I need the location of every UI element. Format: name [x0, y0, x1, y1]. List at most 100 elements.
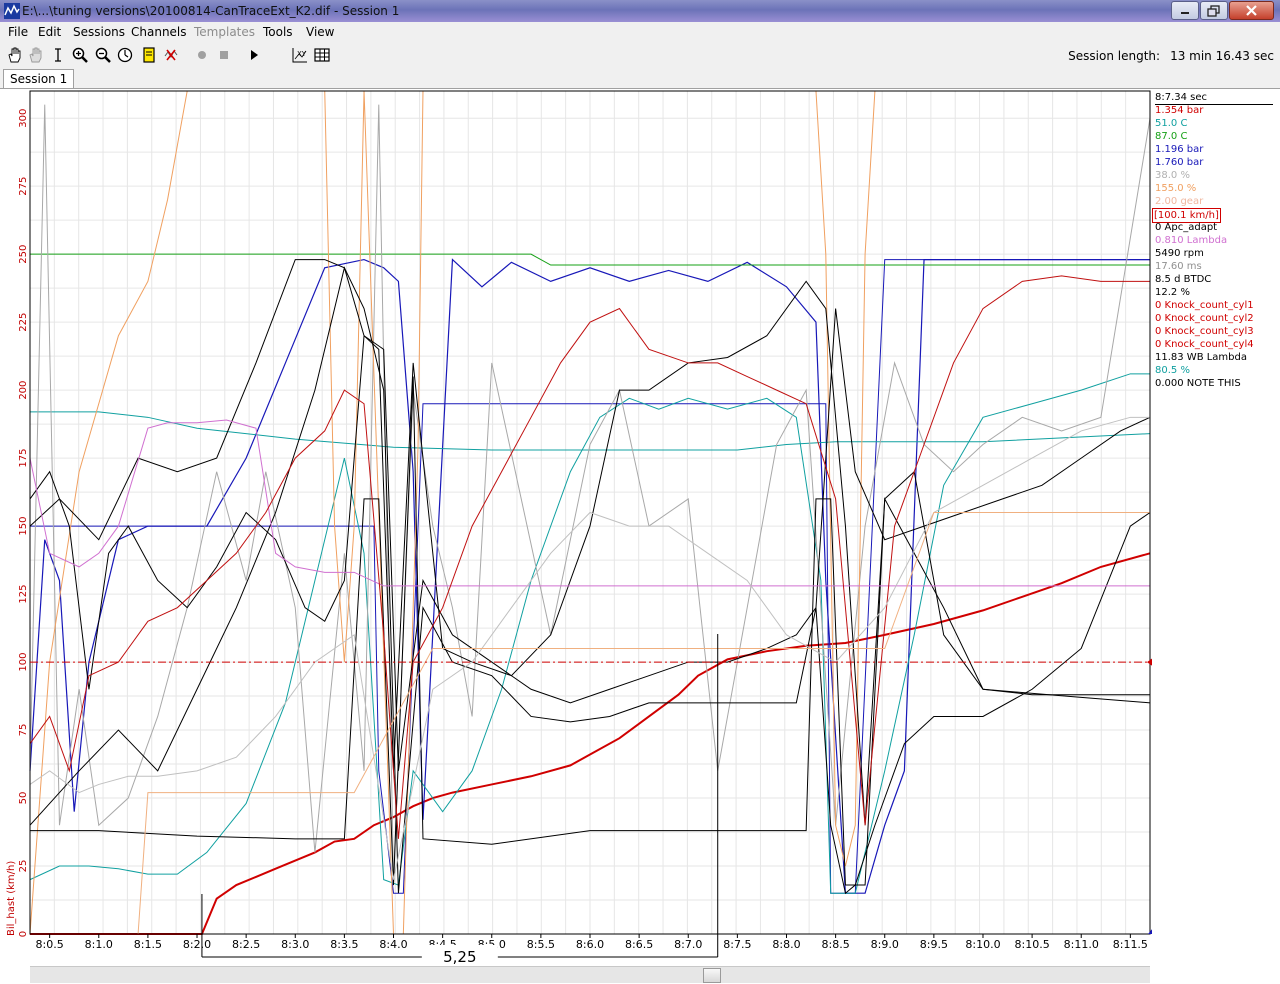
x-tick-label: 8:5.5 — [527, 938, 555, 951]
legend-channel[interactable]: 87.0 C — [1155, 130, 1187, 143]
x-tick-label: 8:7.5 — [723, 938, 751, 951]
hand-icon — [8, 47, 21, 63]
x-tick-label: 8:11.0 — [1064, 938, 1099, 951]
plot-area[interactable]: 0 25 50 75 100 125 150 175 200 225 250 275 300 Bil_ha… — [0, 89, 1280, 984]
y-tick-label: 75 — [18, 724, 29, 737]
x-tick-label: 8:8.0 — [772, 938, 800, 951]
zoom-out-button[interactable] — [94, 46, 112, 64]
cursor-button[interactable] — [49, 46, 67, 64]
y-tick-label: 250 — [18, 245, 29, 264]
menu-tools[interactable]: Tools — [263, 25, 293, 39]
menu-view[interactable]: View — [306, 25, 334, 39]
legend-channel[interactable]: 0.810 Lambda — [1155, 234, 1227, 247]
y-tick-label: 25 — [18, 860, 29, 873]
bookmark-icon — [143, 47, 155, 63]
menu-channels[interactable]: Channels — [131, 25, 187, 39]
x-tick-label: 8:1.5 — [134, 938, 162, 951]
toolbar: XY Session length: 13 min 16.43 sec — [0, 42, 1280, 68]
session-tab-strip: Session 1 — [0, 68, 1280, 89]
y-tick-label: 150 — [18, 517, 29, 536]
scrollbar-thumb[interactable] — [703, 968, 721, 983]
pan-disabled-button[interactable] — [27, 46, 45, 64]
x-tick-label: 8:7.0 — [674, 938, 702, 951]
x-tick-label: 8:9.5 — [920, 938, 948, 951]
legend-channel[interactable]: 0 Apc_adapt — [1155, 221, 1217, 234]
legend-channel[interactable]: 38.0 % — [1155, 169, 1190, 182]
restore-icon — [1207, 5, 1220, 17]
x-tick-label: 8:11.5 — [1113, 938, 1148, 951]
time-scrollbar[interactable] — [30, 966, 1150, 983]
legend-channel[interactable]: 0 Knock_count_cyl3 — [1155, 325, 1254, 338]
legend-channel[interactable]: 1.196 bar — [1155, 143, 1203, 156]
table-button[interactable] — [313, 46, 331, 64]
x-tick-label: 8:3.0 — [281, 938, 309, 951]
legend-channel[interactable]: 12.2 % — [1155, 286, 1190, 299]
pan-button[interactable] — [6, 46, 24, 64]
menu-file[interactable]: File — [8, 25, 28, 39]
x-tick-label: 8:0.5 — [36, 938, 64, 951]
x-y-plot-button[interactable]: XY — [291, 46, 309, 64]
window-title: E:\...\tuning versions\20100814-CanTrace… — [22, 4, 400, 18]
cursor-i-beam-icon — [55, 48, 61, 62]
y-tick-label: 300 — [18, 109, 29, 128]
legend-channel[interactable]: 0 Knock_count_cyl2 — [1155, 312, 1254, 325]
menu-edit[interactable]: Edit — [38, 25, 61, 39]
legend-channel[interactable]: 51.0 C — [1155, 117, 1187, 130]
x-tick-label: 8:2.0 — [183, 938, 211, 951]
remove-icon — [164, 49, 178, 61]
menu-templates[interactable]: Templates — [194, 25, 255, 39]
x-tick-label: 8:3.5 — [330, 938, 358, 951]
x-tick-label: 8:6.5 — [625, 938, 653, 951]
menu-sessions[interactable]: Sessions — [73, 25, 125, 39]
session-length-value: 13 min 16.43 sec — [1170, 49, 1274, 63]
table-icon — [314, 48, 330, 62]
legend-time[interactable]: 8:7.34 sec — [1155, 91, 1273, 105]
play-button[interactable] — [245, 46, 263, 64]
legend-channel[interactable]: 1.354 bar — [1155, 104, 1203, 117]
restore-button[interactable] — [1200, 1, 1228, 20]
session-length: Session length: 13 min 16.43 sec — [1068, 49, 1274, 63]
legend-channel[interactable]: 5490 rpm — [1155, 247, 1204, 260]
x-tick-label: 8:1.0 — [85, 938, 113, 951]
legend-channel[interactable]: 0 Knock_count_cyl4 — [1155, 338, 1254, 351]
zoom-in-button[interactable] — [71, 46, 89, 64]
close-button[interactable] — [1229, 1, 1274, 20]
legend-channel[interactable]: 2.00 gear — [1155, 195, 1203, 208]
measure-label: 5,25 — [443, 948, 476, 966]
record-button[interactable] — [193, 46, 211, 64]
legend-channel[interactable]: 0.000 NOTE THIS — [1155, 377, 1241, 390]
stop-button[interactable] — [215, 46, 233, 64]
record-icon — [198, 51, 206, 59]
app-icon — [4, 3, 20, 19]
legend-channel[interactable]: 11.83 WB Lambda — [1155, 351, 1247, 364]
x-tick-label: 8:8.5 — [822, 938, 850, 951]
y-tick-label: 50 — [18, 792, 29, 805]
tab-session-1[interactable]: Session 1 — [3, 69, 75, 88]
x-tick-label: 8:9.0 — [871, 938, 899, 951]
x-tick-label: 8:2.5 — [232, 938, 260, 951]
log-chart[interactable]: 0 25 50 75 100 125 150 175 200 225 250 275 300 Bil_ha… — [0, 89, 1280, 984]
minimize-icon — [1181, 12, 1189, 14]
y-tick-label: 0 — [18, 931, 29, 937]
zoom-reset-button[interactable] — [116, 46, 134, 64]
legend-channel[interactable]: 80.5 % — [1155, 364, 1190, 377]
x-tick-label: 8:10.0 — [965, 938, 1000, 951]
legend-channel[interactable]: 17.60 ms — [1155, 260, 1202, 273]
bookmark-button[interactable] — [140, 46, 158, 64]
legend-channel[interactable]: 155.0 % — [1155, 182, 1196, 195]
zoom-in-icon — [72, 47, 88, 63]
legend-channel[interactable]: 0 Knock_count_cyl1 — [1155, 299, 1254, 312]
y-tick-label: 275 — [18, 177, 29, 196]
remove-button[interactable] — [162, 46, 180, 64]
x-tick-label: 8:10.5 — [1015, 938, 1050, 951]
zoom-reset-icon — [117, 47, 133, 63]
y-tick-label: 125 — [18, 585, 29, 604]
zoom-out-icon — [95, 47, 111, 63]
disabled-hand-icon — [29, 47, 42, 63]
legend-channel[interactable]: 1.760 bar — [1155, 156, 1203, 169]
play-icon — [251, 50, 258, 60]
y-tick-label: 100 — [18, 653, 29, 672]
minimize-button[interactable] — [1171, 1, 1199, 20]
legend-channel[interactable]: 8.5 d BTDC — [1155, 273, 1211, 286]
stop-icon — [220, 51, 228, 59]
